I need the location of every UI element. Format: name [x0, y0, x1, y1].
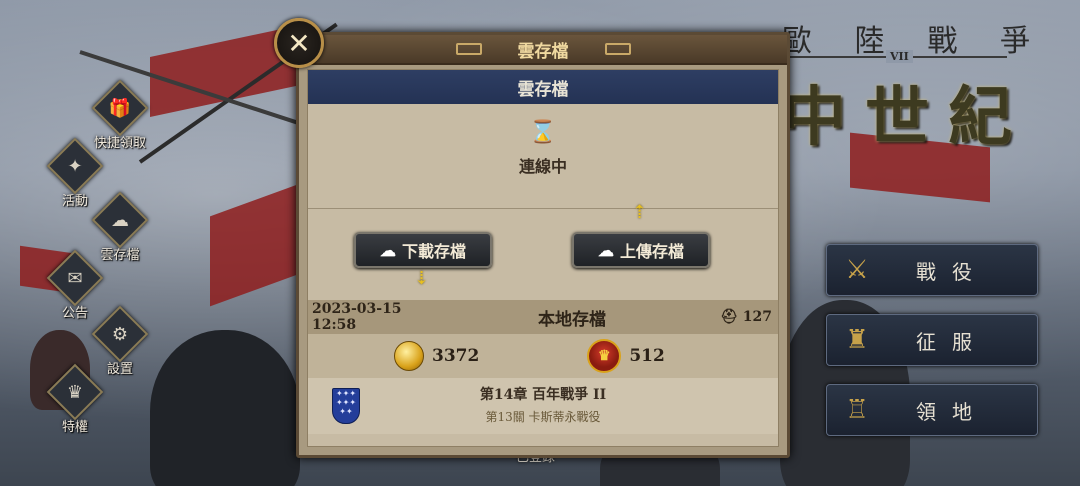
bag-icon: ✦: [67, 155, 83, 177]
side-item-cloud-save[interactable]: ☁ 雲存檔: [90, 191, 150, 263]
ornament-right: [604, 43, 631, 55]
local-save-header: 2023-03-15 12:58 本地存檔 ⛑ 127: [308, 300, 778, 334]
game-logo: 中世紀: [782, 80, 1012, 155]
level-title: 第13關 卡斯蒂永戰役: [485, 410, 601, 424]
crown-medal-icon: ♛: [587, 339, 622, 373]
upload-save-button[interactable]: ☁ 上傳存檔: [572, 232, 710, 268]
side-item-quick-claim[interactable]: 🎁 快捷領取: [90, 79, 150, 151]
crown-icon: ♛: [66, 381, 84, 403]
helmet-icon: ⛑: [720, 309, 738, 325]
coins-resource: 3372: [394, 341, 479, 371]
close-button[interactable]: ✕: [274, 18, 324, 68]
gear-icon: ⚙: [111, 323, 129, 345]
castle-icon: ♖: [845, 395, 869, 425]
dialog-header: 雲存檔: [299, 35, 787, 65]
cloud-download-icon: ☁: [379, 240, 396, 260]
logo-numeral: VII: [886, 50, 913, 63]
ornament-left: [455, 43, 482, 55]
connection-status: 連線中: [518, 157, 567, 176]
up-arrow-icon: ⇡: [632, 202, 648, 223]
save-date: 2023-03-15 12:58: [312, 301, 402, 333]
helmet-count: ⛑ 127: [720, 309, 772, 325]
gold-coin-icon: [394, 341, 424, 371]
territory-button[interactable]: ♖ 領地: [826, 384, 1038, 436]
cloud-upload-icon: ☁: [111, 209, 129, 231]
cloud-upload-icon: ☁: [597, 240, 614, 260]
side-item-settings[interactable]: ⚙ 設置: [90, 305, 150, 377]
conquest-button[interactable]: ♜ 征服: [826, 314, 1038, 366]
down-arrow-icon: ⇣: [414, 268, 430, 289]
campaign-button[interactable]: ⚔ 戰役: [826, 244, 1038, 296]
download-save-button[interactable]: ☁ 下載存檔: [354, 232, 492, 268]
cloud-save-dialog: 雲存檔 雲存檔 ⌛ 連線中 ☁ 下載存檔 ⇣ ☁ 上傳存檔 ⇡ 2023-03-…: [296, 32, 790, 458]
chapter-title: 第14章 百年戰爭 II: [479, 387, 607, 403]
cloud-status: ⌛ 連線中: [308, 104, 778, 208]
side-item-privileges[interactable]: ♛ 特權: [45, 363, 105, 435]
close-icon: ✕: [287, 26, 311, 60]
local-save-resources: 3372 ♛ 512: [308, 334, 778, 378]
crossed-swords-icon: ⚔: [845, 255, 869, 285]
dialog-title: 雲存檔: [517, 41, 569, 62]
hourglass-icon: ⌛: [529, 120, 557, 145]
envelope-icon: ✉: [67, 267, 83, 289]
medals-resource: ♛ 512: [587, 339, 665, 373]
gift-icon: 🎁: [108, 97, 132, 119]
cloud-section-title: 雲存檔: [308, 70, 778, 104]
cannon-icon: ♜: [845, 325, 869, 355]
local-save-progress[interactable]: ✦✦✦ ✦✦✦ ✦✦ 第14章 百年戰爭 II 第13關 卡斯蒂永戰役: [308, 378, 778, 434]
dialog-body: 雲存檔 ⌛ 連線中 ☁ 下載存檔 ⇣ ☁ 上傳存檔 ⇡ 2023-03-15 1…: [307, 69, 779, 447]
local-save-title: 本地存檔: [538, 309, 606, 330]
side-item-announcements[interactable]: ✉ 公告: [45, 249, 105, 321]
